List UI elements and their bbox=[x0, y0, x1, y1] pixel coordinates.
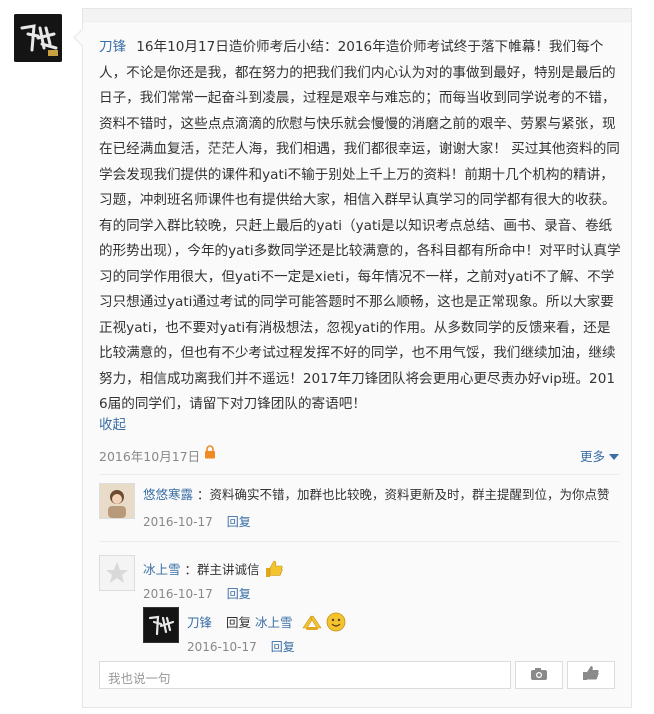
more-menu[interactable]: 更多 bbox=[580, 446, 619, 465]
comment-avatar[interactable] bbox=[99, 555, 135, 591]
lock-icon bbox=[204, 445, 216, 462]
reply-author[interactable]: 刀锋 bbox=[187, 615, 212, 630]
reply-target[interactable]: 冰上雪 bbox=[255, 615, 293, 630]
reply-button[interactable]: 回复 bbox=[271, 640, 295, 654]
thumbs-up-emoji-icon bbox=[264, 559, 284, 582]
more-label: 更多 bbox=[580, 449, 606, 464]
comment-meta: 2016-10-17 回复 bbox=[143, 585, 251, 602]
comment-avatar[interactable] bbox=[99, 483, 135, 519]
comment-meta: 2016-10-17 回复 bbox=[143, 513, 251, 530]
comment-input-row: 我也说一句 bbox=[99, 661, 619, 689]
post-date: 2016年10月17日 bbox=[99, 449, 201, 464]
comment-text: ：资料确实不错，加群也比较晚，资料更新及时，群主提醒到位，为你点赞 bbox=[197, 487, 610, 502]
divider bbox=[99, 541, 619, 542]
comment-text-line: 冰上雪 ：群主讲诚信 bbox=[143, 559, 619, 582]
post-card: 刀锋 16年10月17日造价师考后小结：2016年造价师考试终于落下帷幕！我们每个… bbox=[82, 8, 632, 708]
collapse-link[interactable]: 收起 bbox=[99, 413, 126, 433]
camera-button[interactable] bbox=[515, 661, 563, 689]
post-meta: 2016年10月17日 更多 bbox=[99, 443, 619, 467]
camera-icon bbox=[530, 666, 548, 685]
like-button[interactable] bbox=[567, 661, 615, 689]
reply-avatar[interactable] bbox=[143, 607, 179, 643]
post-author-name[interactable]: 刀锋 bbox=[99, 39, 126, 55]
comment-input[interactable]: 我也说一句 bbox=[99, 661, 511, 689]
reply-button[interactable]: 回复 bbox=[227, 587, 251, 601]
chevron-down-icon bbox=[609, 449, 619, 464]
post-author-avatar[interactable] bbox=[14, 14, 62, 62]
reply-meta: 2016-10-17 回复 bbox=[187, 638, 295, 655]
clap-emoji-icon bbox=[301, 612, 323, 635]
comment-text: ：群主讲诚信 bbox=[184, 562, 260, 577]
comment-text-line: 悠悠寒露 ：资料确实不错，加群也比较晚，资料更新及时，群主提醒到位，为你点赞 bbox=[143, 484, 619, 503]
reply-time: 2016-10-17 bbox=[187, 640, 257, 654]
reply-word: 回复 bbox=[226, 615, 252, 630]
comment-author[interactable]: 冰上雪 bbox=[143, 562, 181, 577]
post-text: 16年10月17日造价师考后小结：2016年造价师考试终于落下帷幕！我们每个人，… bbox=[99, 39, 621, 412]
like-icon bbox=[582, 665, 600, 685]
reply-text-line: 刀锋 回复 冰上雪 bbox=[187, 612, 617, 635]
reply-button[interactable]: 回复 bbox=[227, 515, 251, 529]
smile-emoji-icon bbox=[326, 612, 346, 635]
comment-time: 2016-10-17 bbox=[143, 587, 213, 601]
divider bbox=[99, 474, 619, 475]
comment-author[interactable]: 悠悠寒露 bbox=[143, 487, 193, 502]
comment-time: 2016-10-17 bbox=[143, 515, 213, 529]
post-body: 刀锋 16年10月17日造价师考后小结：2016年造价师考试终于落下帷幕！我们每个… bbox=[99, 35, 623, 418]
card-top-band bbox=[83, 9, 631, 22]
